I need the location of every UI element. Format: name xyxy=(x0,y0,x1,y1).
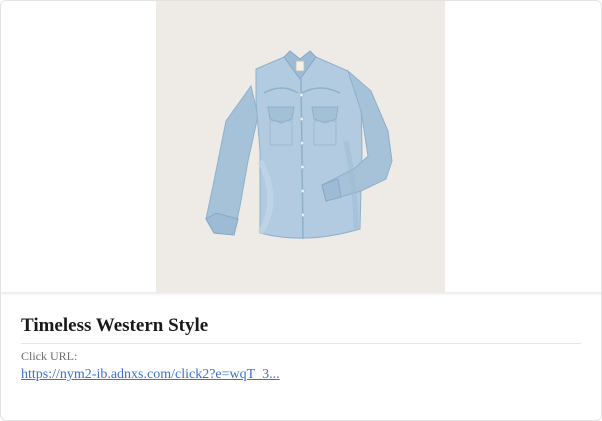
product-image[interactable] xyxy=(156,1,445,292)
ad-title: Timeless Western Style xyxy=(21,315,581,344)
ad-card: Timeless Western Style Click URL: https:… xyxy=(0,0,602,421)
image-area xyxy=(1,1,601,292)
left-sleeve xyxy=(205,84,259,236)
click-url-label: Click URL: xyxy=(21,349,78,363)
denim-shirt-illustration xyxy=(205,50,393,240)
click-url-link[interactable]: https://nym2-ib.adnxs.com/click2?e=wqT_3… xyxy=(21,367,280,383)
image-divider xyxy=(1,292,601,296)
